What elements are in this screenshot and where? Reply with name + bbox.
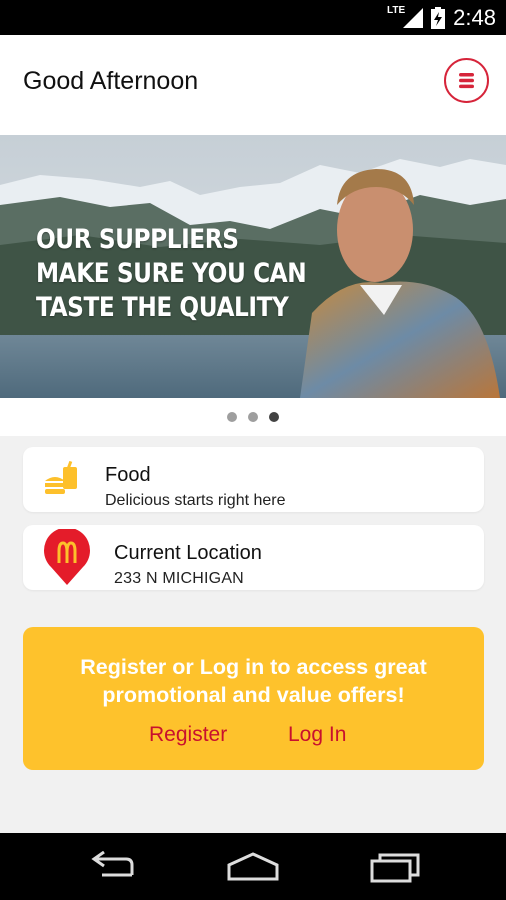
- promo-line: promotional and value offers!: [102, 683, 405, 707]
- promo-message: Register or Log in to access great promo…: [23, 653, 484, 709]
- login-link[interactable]: Log In: [288, 723, 346, 747]
- system-nav-bar: [0, 833, 506, 900]
- promo-banner[interactable]: OUR SUPPLIERS MAKE SURE YOU CAN TASTE TH…: [0, 135, 506, 398]
- banner-line: MAKE SURE YOU CAN: [36, 258, 307, 289]
- status-bar: LTE 2:48: [0, 0, 506, 35]
- menu-icon: [459, 73, 474, 89]
- banner-line: TASTE THE QUALITY: [36, 292, 289, 323]
- register-link[interactable]: Register: [149, 723, 227, 747]
- food-card[interactable]: Food Delicious starts right here: [23, 447, 484, 512]
- location-title: Current Location: [114, 542, 262, 564]
- food-subtitle: Delicious starts right here: [105, 492, 286, 509]
- greeting-title: Good Afternoon: [23, 67, 199, 95]
- location-pin-icon: [44, 529, 90, 585]
- app-header: Good Afternoon: [0, 35, 506, 135]
- carousel-dot[interactable]: [248, 412, 258, 422]
- signal-icon: [403, 7, 424, 28]
- recent-apps-icon[interactable]: [370, 851, 422, 883]
- food-icon: [45, 461, 77, 494]
- carousel-dot[interactable]: [227, 412, 237, 422]
- banner-headline: OUR SUPPLIERS MAKE SURE YOU CAN TASTE TH…: [36, 223, 307, 325]
- home-icon[interactable]: [226, 851, 280, 883]
- promo-line: Register or Log in to access great: [80, 655, 427, 679]
- food-title: Food: [105, 464, 151, 486]
- network-type-label: LTE: [387, 5, 406, 16]
- login-promo-box: Register or Log in to access great promo…: [23, 627, 484, 770]
- back-icon[interactable]: [88, 851, 138, 883]
- location-address: 233 N MICHIGAN: [114, 570, 244, 587]
- carousel-indicator: [0, 398, 506, 436]
- carousel-dot-active[interactable]: [269, 412, 279, 422]
- location-card[interactable]: Current Location 233 N MICHIGAN: [23, 525, 484, 590]
- menu-button[interactable]: [444, 58, 489, 103]
- banner-line: OUR SUPPLIERS: [36, 224, 239, 255]
- battery-charging-icon: [431, 6, 446, 29]
- clock: 2:48: [453, 4, 496, 30]
- status-icons: LTE 2:48: [387, 0, 496, 35]
